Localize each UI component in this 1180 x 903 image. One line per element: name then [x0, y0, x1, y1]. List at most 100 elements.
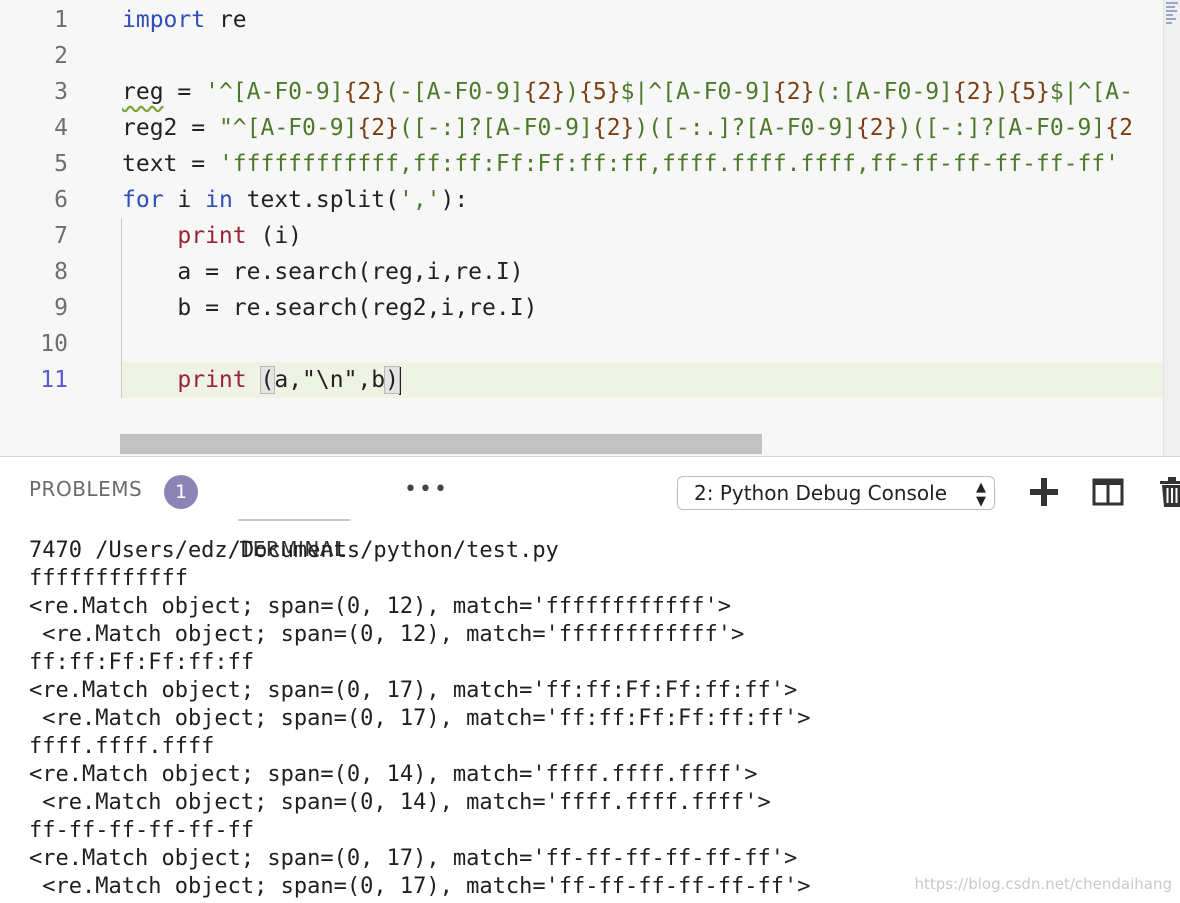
quantifier: {2} [357, 115, 399, 141]
line-number: 8 [54, 259, 68, 285]
quantifier: {5} [1008, 79, 1050, 105]
line-number: 1 [54, 7, 68, 33]
quantifier: {2 [1105, 115, 1133, 141]
code-line-9[interactable]: b = re.search(reg2,i,re.I) [122, 290, 1164, 326]
terminal-line: ffff.ffff.ffff [29, 734, 215, 759]
lint-warning-token[interactable]: reg [122, 79, 164, 105]
code-line-7[interactable]: print (i) [122, 218, 1164, 254]
active-tab-indicator [238, 519, 350, 521]
terminal-line: <re.Match object; span=(0, 17), match='f… [29, 706, 811, 731]
string-literal: ) [565, 79, 580, 105]
terminal-line: <re.Match object; span=(0, 14), match='f… [29, 790, 771, 815]
terminal-output[interactable]: 7470 /Users/edz/Documents/python/test.py… [29, 537, 1180, 901]
active-line-number: 11 [40, 367, 68, 393]
quantifier: {2} [343, 79, 386, 105]
line-number: 7 [54, 223, 68, 249]
quantifier: {2} [523, 79, 566, 105]
terminal-line: ff-ff-ff-ff-ff-ff [29, 818, 255, 843]
string-literal: (:[A-F0-9] [814, 79, 953, 105]
console-select-value: 2: Python Debug Console [694, 481, 948, 505]
line-number: 5 [54, 151, 68, 177]
code-text: re [205, 7, 247, 33]
string-literal: ) [994, 79, 1009, 105]
terminal-line: <re.Match object; span=(0, 12), match='f… [29, 594, 731, 619]
console-select[interactable]: 2: Python Debug Console ▲ ▼ [677, 476, 995, 510]
code-text: text.split( [232, 187, 399, 213]
line-number: 2 [54, 43, 68, 69]
code-area[interactable]: import re reg = '^[A-F0-9]{2}(-[A-F0-9]{… [122, 2, 1164, 398]
keyword: print [177, 223, 247, 249]
text-cursor [399, 366, 401, 395]
code-text: a,"\n",b [274, 367, 386, 393]
terminal-line: 7470 /Users/edz/Documents/python/test.py [29, 538, 559, 563]
code-text: = [163, 79, 206, 105]
select-arrows-icon: ▲ ▼ [976, 480, 986, 509]
line-number: 9 [54, 295, 68, 321]
code-line-4[interactable]: reg2 = "^[A-F0-9]{2}([-:]?[A-F0-9]{2})([… [122, 110, 1164, 146]
code-text: ): [440, 187, 469, 213]
code-text: reg2 [122, 115, 178, 141]
keyword: for [122, 187, 164, 213]
quantifier: {2} [772, 79, 815, 105]
terminal-line: <re.Match object; span=(0, 12), match='f… [29, 622, 745, 647]
quantifier: {5} [579, 79, 621, 105]
tab-problems[interactable]: PROBLEMS [29, 477, 142, 501]
code-text: i [163, 187, 206, 213]
keyword: print [177, 367, 247, 393]
terminal-line: <re.Match object; span=(0, 14), match='f… [29, 762, 758, 787]
code-text: = [177, 115, 219, 141]
watermark: https://blog.csdn.net/chendaihang [914, 875, 1172, 893]
code-line-3[interactable]: reg = '^[A-F0-9]{2}(-[A-F0-9]{2}){5}$|^[… [122, 74, 1164, 110]
quantifier: {2} [592, 115, 635, 141]
code-line-2[interactable] [122, 38, 1164, 74]
string-literal: )([-:.]?[A-F0-9] [634, 115, 856, 141]
code-line-11-current[interactable]: print (a,"\n",b) [122, 362, 1164, 398]
problems-count-badge: 1 [164, 475, 198, 509]
line-number: 10 [40, 331, 68, 357]
code-line-5[interactable]: text = 'ffffffffffff,ff:ff:Ff:Ff:ff:ff,f… [122, 146, 1164, 182]
more-actions-icon[interactable]: ••• [404, 479, 449, 501]
terminal-line: <re.Match object; span=(0, 17), match='f… [29, 846, 798, 871]
string-literal: $|^[A-F0-9] [620, 79, 773, 105]
split-editor-icon[interactable] [1091, 475, 1125, 509]
string-literal: ([-:]?[A-F0-9] [398, 115, 593, 141]
quantifier: {2} [952, 79, 995, 105]
string-literal: $|^[A- [1049, 79, 1133, 105]
quantifier: {2} [855, 115, 898, 141]
overview-ruler [1166, 2, 1178, 46]
terminal-line: <re.Match object; span=(0, 17), match='f… [29, 678, 798, 703]
code-text: (i) [246, 223, 303, 249]
bracket-match-close: ) [384, 366, 400, 394]
vertical-scrollbar[interactable] [1163, 0, 1180, 456]
code-text: b = re.search(reg2,i,re.I) [177, 295, 538, 321]
code-editor[interactable]: 1 2 3 4 5 6 7 8 9 10 11 import re reg = … [0, 0, 1180, 456]
keyword: in [205, 187, 233, 213]
string-literal: (-[A-F0-9] [385, 79, 524, 105]
terminal-line: ff:ff:Ff:Ff:ff:ff [29, 650, 255, 675]
line-number: 4 [54, 115, 68, 141]
string-literal: '^[A-F0-9] [205, 79, 344, 105]
code-text: text [122, 151, 178, 177]
line-number: 6 [54, 187, 68, 213]
code-line-8[interactable]: a = re.search(reg,i,re.I) [122, 254, 1164, 290]
string-literal: )([-:]?[A-F0-9] [897, 115, 1106, 141]
horizontal-scrollbar[interactable] [120, 434, 762, 454]
code-text: a = re.search(reg,i,re.I) [177, 259, 524, 285]
keyword: import [122, 7, 206, 33]
bottom-panel: PROBLEMS 1 TERMINAL ••• 2: Python Debug … [0, 456, 1180, 903]
panel-header: PROBLEMS 1 TERMINAL ••• 2: Python Debug … [0, 457, 1180, 561]
code-line-10[interactable] [122, 326, 1164, 362]
trash-icon[interactable] [1155, 475, 1180, 509]
string-literal: "^[A-F0-9] [218, 115, 358, 141]
bracket-match-open: ( [259, 366, 276, 394]
line-number: 3 [54, 79, 68, 105]
code-line-6[interactable]: for i in text.split(','): [122, 182, 1164, 218]
code-text: = [177, 151, 219, 177]
line-number-gutter: 1 2 3 4 5 6 7 8 9 10 11 [0, 2, 80, 398]
code-line-1[interactable]: import re [122, 2, 1164, 38]
string-literal: ',' [398, 187, 441, 213]
string-literal: 'ffffffffffff,ff:ff:Ff:Ff:ff:ff,ffff.fff… [218, 151, 1120, 177]
terminal-line: ffffffffffff [29, 566, 188, 591]
plus-icon[interactable] [1027, 475, 1061, 509]
